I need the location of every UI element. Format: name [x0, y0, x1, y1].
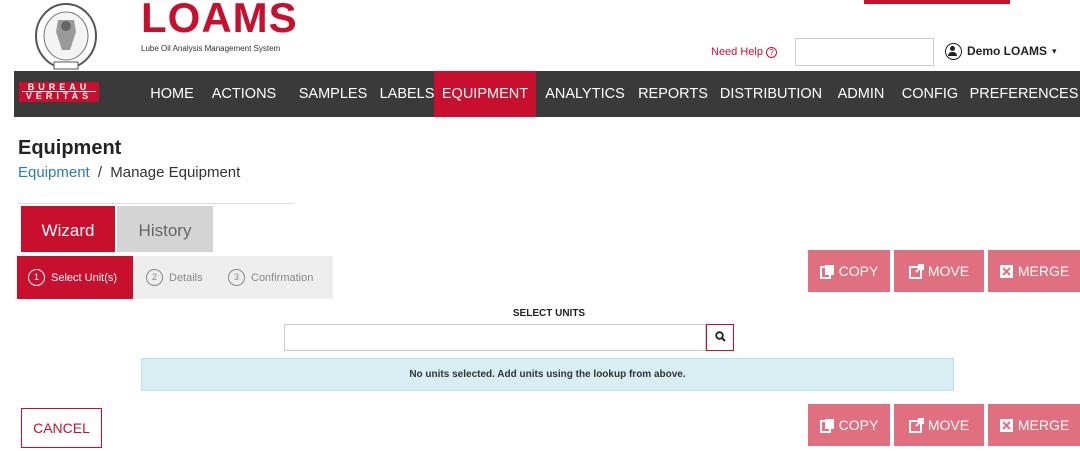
step-number: 3 [228, 269, 245, 286]
nav-item-preferences[interactable]: PREFERENCES [968, 71, 1080, 117]
bureau-veritas-seal-logo [14, 2, 112, 70]
search-icon [714, 329, 726, 347]
select-units-search-button[interactable] [706, 324, 734, 351]
copy-button-top[interactable]: COPY [808, 250, 890, 292]
step-select-units[interactable]: 1 Select Unit(s) [17, 256, 133, 299]
main-navbar: BUREAU VERITAS HOME ACTIONS SAMPLES LABE… [14, 71, 1080, 117]
logo-tagline: Lube Oil Analysis Management System [141, 44, 281, 53]
merge-button-top[interactable]: MERGE [988, 250, 1080, 292]
copy-icon [819, 264, 835, 279]
no-units-message: No units selected. Add units using the l… [141, 358, 954, 391]
step-label: Select Unit(s) [51, 271, 118, 284]
need-help-link[interactable]: Need Help ? [711, 46, 777, 58]
move-label: MOVE [927, 417, 970, 433]
bureau-veritas-badge: BUREAU VERITAS [19, 82, 99, 102]
badge-line2: VERITAS [25, 91, 93, 101]
move-label: MOVE [927, 263, 970, 279]
step-number: 1 [28, 269, 45, 286]
step-number: 2 [146, 269, 163, 286]
page-title: Equipment [18, 137, 122, 159]
nav-item-actions[interactable]: ACTIONS [200, 71, 288, 117]
tab-wizard[interactable]: Wizard [21, 206, 115, 252]
step-label: Details [169, 271, 203, 284]
merge-label: MERGE [1017, 263, 1070, 279]
merge-icon [999, 264, 1014, 279]
nav-item-labels[interactable]: LABELS [374, 71, 440, 117]
nav-item-home[interactable]: HOME [145, 71, 199, 117]
header-search-input[interactable] [795, 38, 934, 66]
logo-wordmark: LOAMS [141, 0, 298, 41]
select-units-label: SELECT UNITS [512, 308, 586, 319]
wizard-steps: 1 Select Unit(s) 2 Details 3 Confirmatio… [17, 256, 333, 299]
nav-item-admin[interactable]: ADMIN [829, 71, 893, 117]
tab-history[interactable]: History [117, 206, 213, 252]
nav-item-analytics[interactable]: ANALYTICS [540, 71, 630, 117]
loams-logo: LOAMS Lube Oil Analysis Management Syste… [141, 0, 301, 58]
copy-label: COPY [838, 263, 879, 279]
merge-label: MERGE [1017, 417, 1070, 433]
nav-item-distribution[interactable]: DISTRIBUTION [716, 71, 826, 117]
top-accent-bar [864, 0, 1010, 4]
chevron-down-icon: ▾ [1052, 45, 1057, 56]
copy-icon [819, 418, 835, 433]
move-button-bottom[interactable]: MOVE [894, 404, 984, 446]
nav-item-equipment[interactable]: EQUIPMENT [434, 71, 536, 117]
merge-button-bottom[interactable]: MERGE [988, 404, 1080, 446]
breadcrumb-link-equipment[interactable]: Equipment [18, 164, 90, 181]
select-units-input[interactable] [284, 324, 706, 351]
external-link-icon [908, 417, 924, 433]
step-confirmation[interactable]: 3 Confirmation [217, 256, 313, 299]
title-divider [18, 203, 294, 204]
cancel-button[interactable]: CANCEL [21, 408, 102, 448]
step-details[interactable]: 2 Details [134, 256, 203, 299]
need-help-label: Need Help [711, 46, 763, 58]
nav-item-samples[interactable]: SAMPLES [289, 71, 377, 117]
nav-item-config[interactable]: CONFIG [896, 71, 964, 117]
step-label: Confirmation [251, 271, 314, 284]
user-name: Demo LOAMS [967, 44, 1048, 58]
nav-item-reports[interactable]: REPORTS [632, 71, 714, 117]
copy-label: COPY [838, 417, 879, 433]
move-button-top[interactable]: MOVE [894, 250, 984, 292]
external-link-icon [908, 263, 924, 279]
breadcrumb-separator: / [97, 164, 103, 181]
user-menu[interactable]: Demo LOAMS ▾ [945, 40, 1057, 62]
question-circle-icon: ? [765, 46, 777, 58]
breadcrumb-current: Manage Equipment [110, 164, 241, 181]
copy-button-bottom[interactable]: COPY [808, 404, 890, 446]
user-circle-icon [945, 42, 962, 60]
merge-icon [999, 418, 1014, 433]
breadcrumb: Equipment / Manage Equipment [18, 164, 240, 181]
